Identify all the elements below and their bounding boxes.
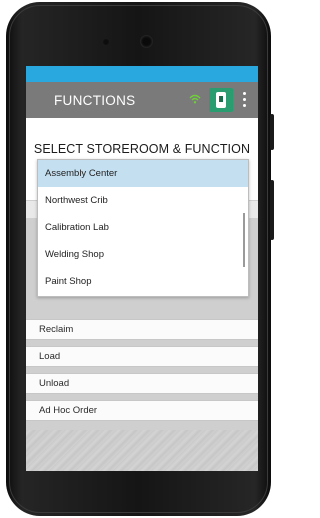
dropdown-option-calibration-lab[interactable]: Calibration Lab [38,214,248,241]
storeroom-dropdown[interactable]: Assembly Center Northwest Crib Calibrati… [37,159,249,297]
front-camera [140,35,153,48]
device-button[interactable] [209,88,233,112]
footer-texture [26,430,258,471]
wifi-icon [189,94,201,104]
power-button [270,114,274,150]
app-bar: FUNCTIONS [26,82,258,118]
function-item-reclaim[interactable]: Reclaim [26,319,258,340]
dropdown-option-northwest-crib[interactable]: Northwest Crib [38,187,248,214]
page-title: FUNCTIONS [54,92,136,108]
dropdown-option-assembly-center[interactable]: Assembly Center [38,160,248,187]
section-title: SELECT STOREROOM & FUNCTION [33,142,251,156]
dropdown-option-paint-shop[interactable]: Paint Shop [38,268,248,295]
function-item-unload[interactable]: Unload [26,373,258,394]
function-item-ad-hoc-order[interactable]: Ad Hoc Order [26,400,258,421]
more-vert-icon[interactable] [243,92,247,110]
function-item-load[interactable]: Load [26,346,258,367]
volume-button [270,180,274,240]
speaker [102,38,110,46]
status-bar [26,66,258,82]
dropdown-scrollbar[interactable] [243,213,245,267]
device-icon [216,92,226,108]
dropdown-option-welding-shop[interactable]: Welding Shop [38,241,248,268]
screen: FUNCTIONS SELECT STOREROOM & FUNCTION Re… [26,66,258,471]
